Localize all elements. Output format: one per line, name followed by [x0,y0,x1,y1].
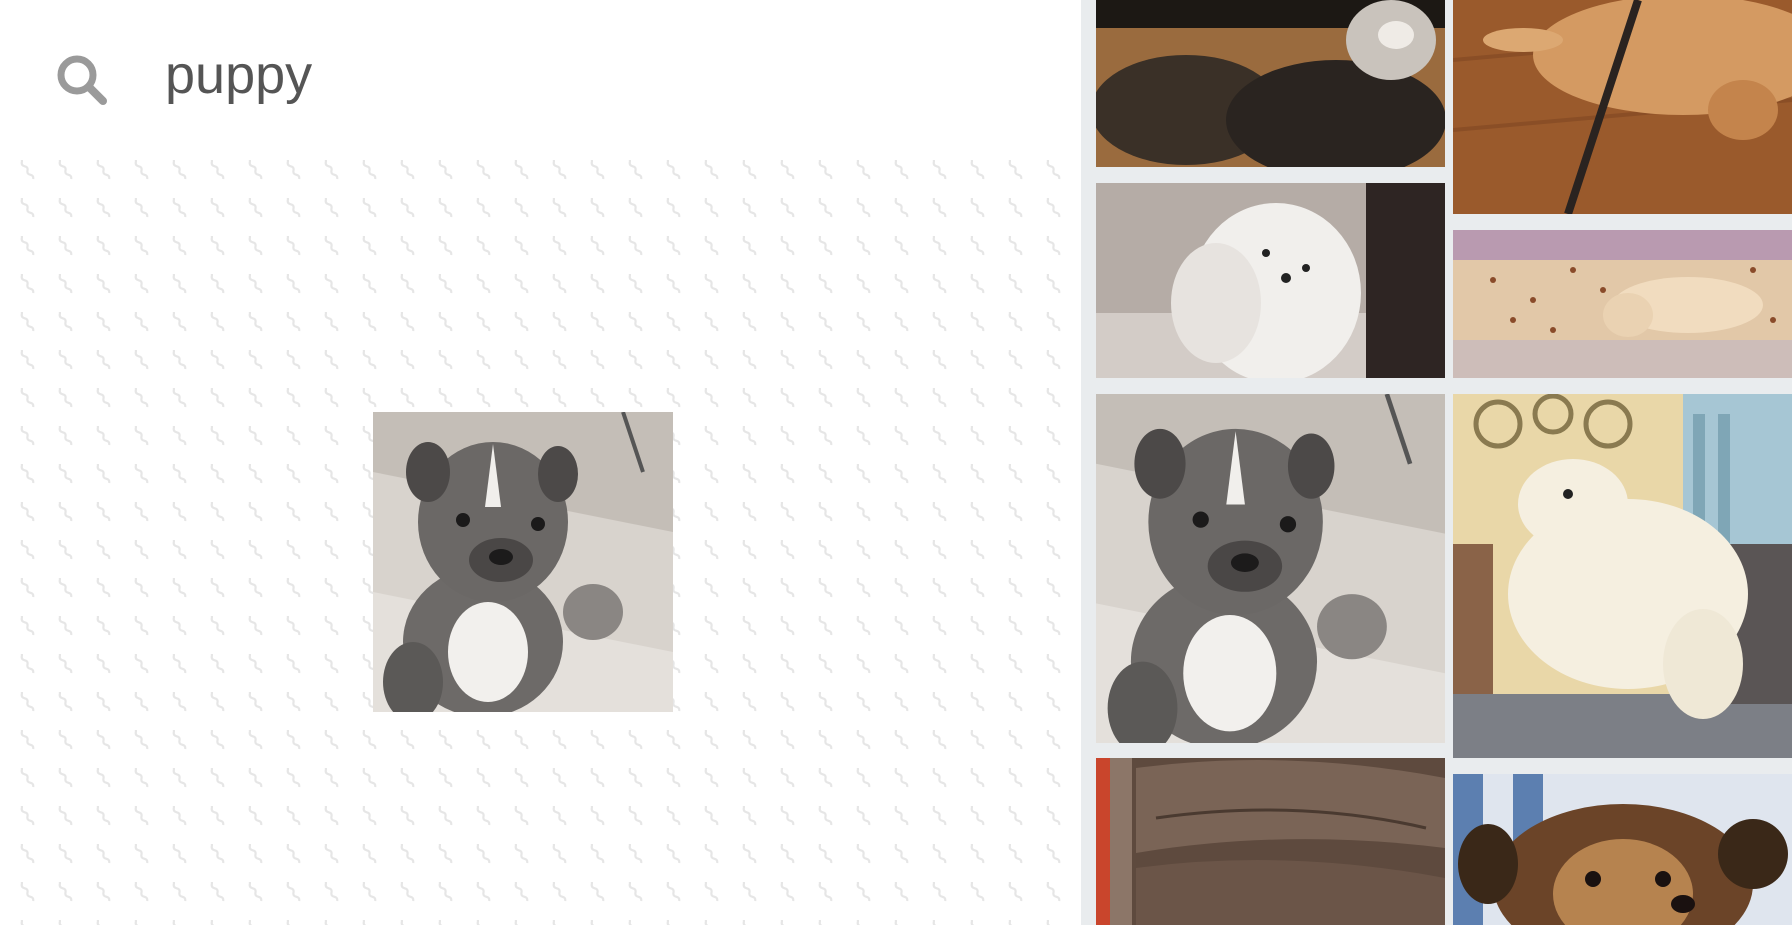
selected-gif-preview[interactable] [373,412,673,712]
gif-result-lab-puppy-with-kibble[interactable] [1453,230,1792,378]
gif-result-yorkie-puppy[interactable] [1453,774,1792,925]
gif-result-golden-puppy-on-leash[interactable] [1453,0,1792,214]
gif-search-app [0,0,1792,925]
gif-results-grid [1081,0,1792,925]
preview-pane [0,0,1081,925]
gif-result-white-puppy-climbing[interactable] [1453,394,1792,758]
preview-area [0,160,1081,925]
search-bar [0,0,1081,160]
gif-result-white-fluffy-puppy[interactable] [1096,183,1445,378]
gif-result-leather-couch[interactable] [1096,758,1445,925]
gif-result-puppy-in-dark-room[interactable] [1096,0,1445,167]
search-icon[interactable] [53,51,109,107]
gif-result-bulldog-puppy-waving[interactable] [1096,394,1445,743]
search-input[interactable] [165,40,965,110]
